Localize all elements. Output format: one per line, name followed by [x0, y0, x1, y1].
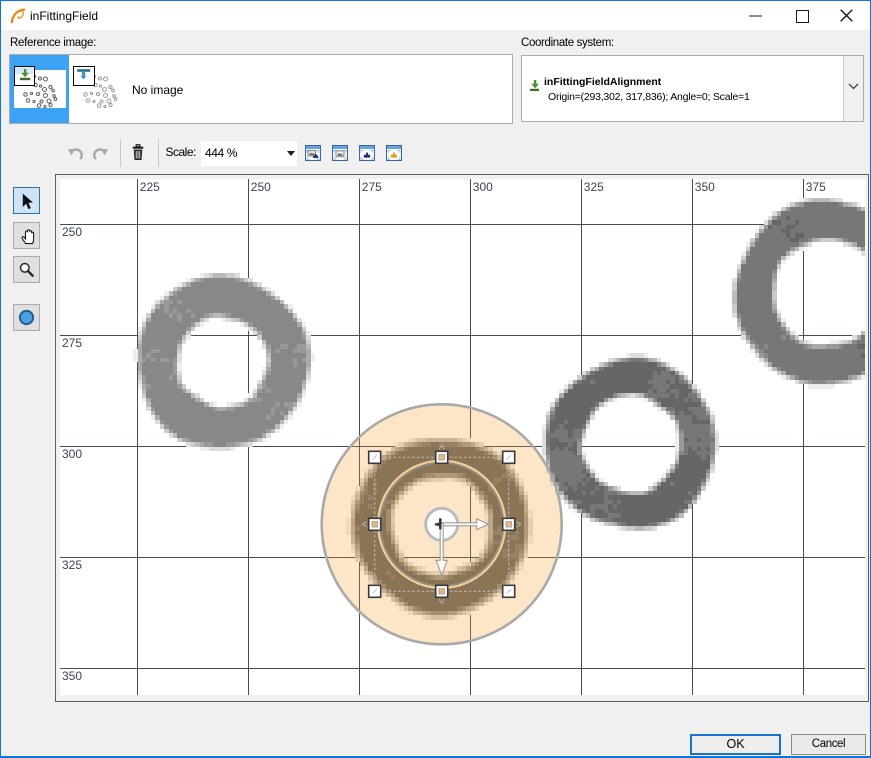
- svg-text:250: 250: [251, 180, 271, 194]
- svg-text:375: 375: [806, 180, 826, 194]
- svg-text:275: 275: [62, 336, 82, 350]
- svg-text:325: 325: [584, 180, 604, 194]
- svg-text:250: 250: [62, 225, 82, 239]
- svg-text:300: 300: [62, 447, 82, 461]
- svg-text:300: 300: [473, 180, 493, 194]
- svg-text:275: 275: [362, 180, 382, 194]
- svg-text:225: 225: [140, 180, 160, 194]
- svg-text:325: 325: [62, 558, 82, 572]
- svg-text:350: 350: [695, 180, 715, 194]
- svg-text:350: 350: [62, 669, 82, 683]
